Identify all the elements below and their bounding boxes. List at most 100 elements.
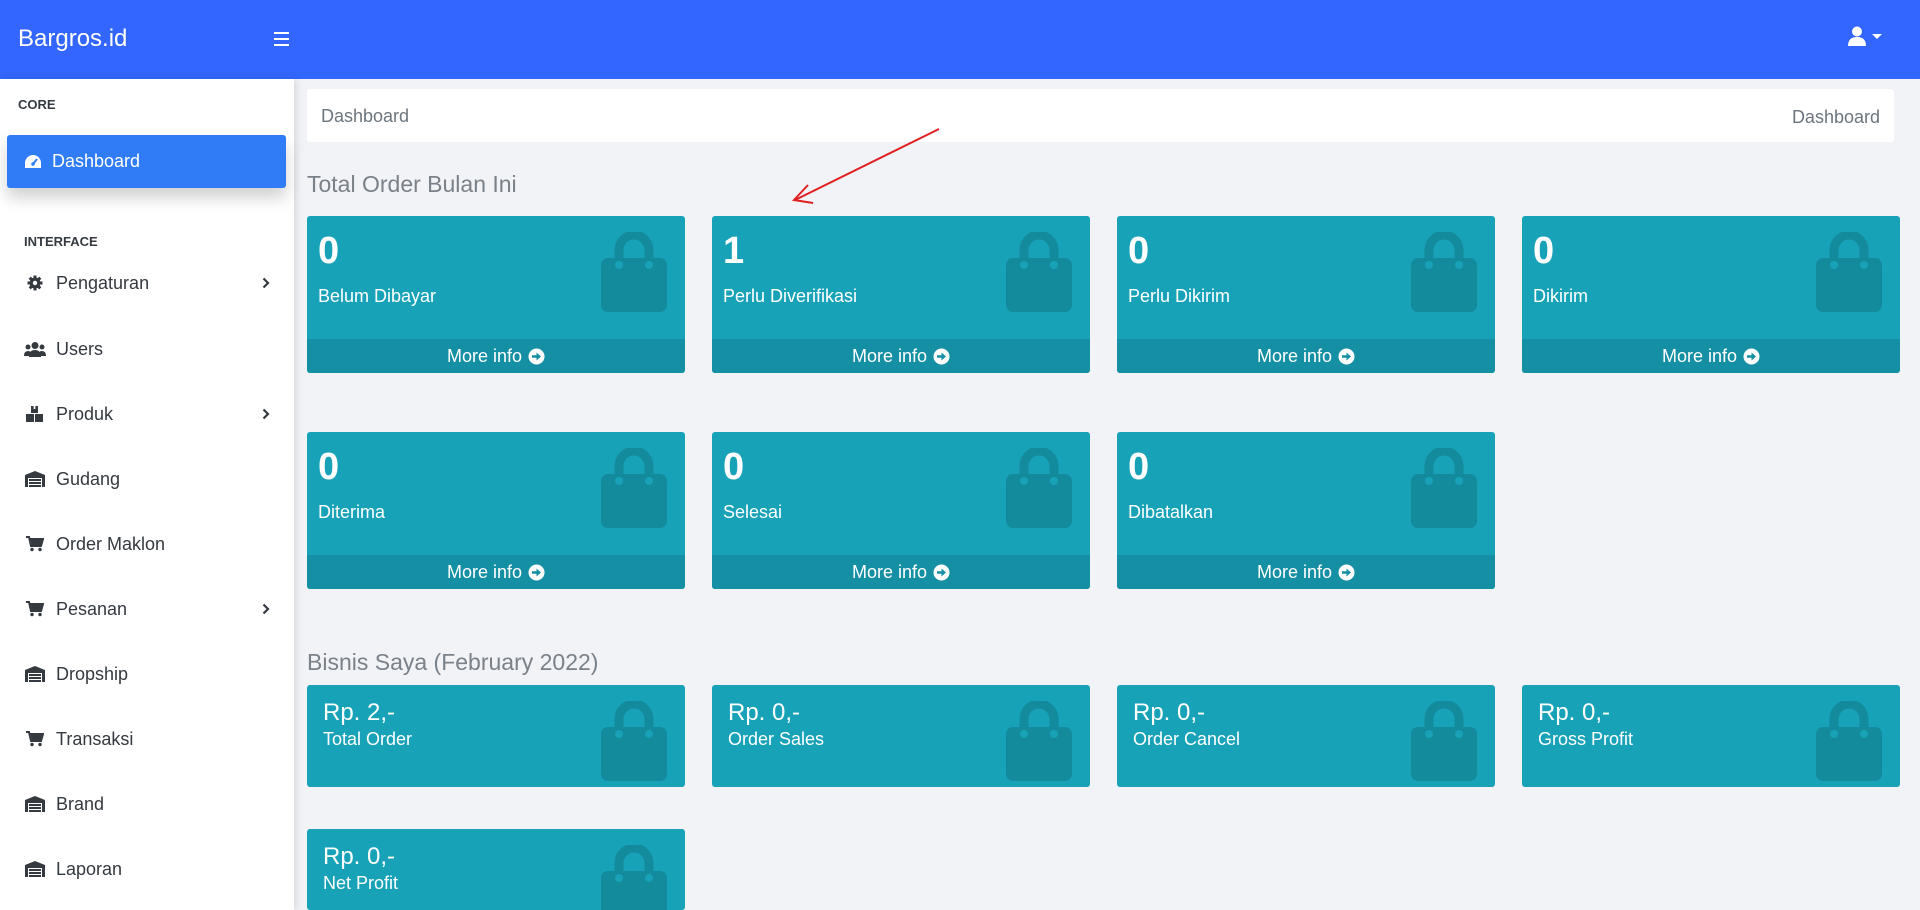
orders-section-title: Total Order Bulan Ini — [307, 171, 517, 197]
users-icon — [24, 341, 46, 357]
card-value: Rp. 0,- — [1538, 699, 1611, 726]
card-value: Rp. 2,- — [323, 699, 396, 726]
warehouse-icon — [24, 666, 46, 682]
card-value: 0 — [318, 230, 340, 272]
sidebar-item-order-maklon[interactable]: Order Maklon — [24, 529, 270, 559]
sidebar-item-brand[interactable]: Brand — [24, 789, 270, 819]
shopping-bag-icon — [1411, 699, 1477, 781]
cart-icon — [24, 536, 46, 552]
sidebar-item-label: Dropship — [56, 663, 129, 684]
arrow-circle-right-icon — [933, 564, 950, 580]
breadcrumb-left[interactable]: Dashboard — [321, 106, 409, 127]
card-label: Dikirim — [1533, 286, 1588, 306]
sidebar-item-label: Gudang — [56, 468, 121, 489]
business-summary-card: Rp. 0,- Gross Profit — [1522, 685, 1900, 787]
more-info-link[interactable]: More info — [1522, 339, 1900, 373]
shopping-bag-icon — [1816, 699, 1882, 781]
warehouse-icon — [24, 796, 46, 812]
chevron-right-icon — [262, 599, 270, 620]
arrow-circle-right-icon — [1338, 564, 1355, 580]
more-info-link[interactable]: More info — [1117, 555, 1495, 589]
more-info-label: More info — [1256, 561, 1333, 582]
shopping-bag-icon — [601, 446, 667, 528]
sidebar: CORE Dashboard INTERFACE Pengaturan Users… — [0, 79, 294, 910]
card-value: Rp. 0,- — [323, 843, 396, 870]
shopping-bag-icon — [1816, 230, 1882, 312]
tachometer-icon — [25, 154, 41, 168]
sidebar-item-pesanan[interactable]: Pesanan — [24, 594, 270, 624]
top-navbar: Bargros.id — [0, 0, 1920, 79]
sidebar-item-dashboard[interactable]: Dashboard — [7, 135, 286, 188]
sidebar-item-users[interactable]: Users — [24, 334, 270, 364]
card-label: Order Cancel — [1133, 729, 1241, 749]
sidebar-heading-interface: INTERFACE — [24, 234, 98, 249]
sidebar-item-transaksi[interactable]: Transaksi — [24, 724, 270, 754]
user-menu-button[interactable] — [1848, 26, 1882, 46]
sidebar-toggle-button[interactable] — [274, 28, 292, 48]
shopping-bag-icon — [1411, 446, 1477, 528]
card-value: Rp. 0,- — [1133, 699, 1206, 726]
sidebar-item-label: Users — [56, 338, 104, 359]
card-value: 0 — [1128, 446, 1150, 488]
more-info-link[interactable]: More info — [712, 339, 1090, 373]
sidebar-item-label: Pesanan — [56, 598, 128, 619]
shopping-bag-icon — [601, 230, 667, 312]
warehouse-icon — [24, 861, 46, 877]
card-label: Dibatalkan — [1128, 502, 1214, 522]
card-value: 0 — [1533, 230, 1555, 272]
warehouse-icon — [24, 471, 46, 487]
more-info-label: More info — [1661, 345, 1738, 366]
order-status-card: 0 Diterima More info — [307, 432, 685, 589]
more-info-label: More info — [851, 345, 928, 366]
order-status-card: 0 Selesai More info — [712, 432, 1090, 589]
business-summary-card: Rp. 2,- Total Order — [307, 685, 685, 787]
sidebar-item-produk[interactable]: Produk — [24, 399, 270, 429]
chevron-right-icon — [262, 404, 270, 425]
shopping-bag-icon — [1006, 230, 1072, 312]
brand-logo[interactable]: Bargros.id — [18, 25, 127, 53]
sidebar-item-pengaturan[interactable]: Pengaturan — [24, 268, 270, 298]
shopping-bag-icon — [601, 843, 667, 910]
card-value: Rp. 0,- — [728, 699, 801, 726]
arrow-circle-right-icon — [528, 564, 545, 580]
business-summary-card: Rp. 0,- Order Sales — [712, 685, 1090, 787]
chevron-right-icon — [262, 273, 270, 294]
sidebar-item-label: Transaksi — [56, 728, 134, 749]
more-info-label: More info — [446, 345, 523, 366]
card-label: Selesai — [723, 502, 783, 522]
more-info-label: More info — [1256, 345, 1333, 366]
sidebar-item-dropship[interactable]: Dropship — [24, 659, 270, 689]
sidebar-item-label: Dashboard — [52, 151, 141, 171]
card-label: Belum Dibayar — [318, 286, 437, 306]
more-info-label: More info — [446, 561, 523, 582]
sidebar-item-label: Pengaturan — [56, 272, 150, 293]
order-status-card: 0 Belum Dibayar More info — [307, 216, 685, 373]
arrow-circle-right-icon — [1743, 348, 1760, 364]
more-info-link[interactable]: More info — [1117, 339, 1495, 373]
arrow-circle-right-icon — [528, 348, 545, 364]
sidebar-item-laporan[interactable]: Laporan — [24, 854, 270, 884]
card-value: 0 — [723, 446, 745, 488]
shopping-bag-icon — [1006, 699, 1072, 781]
card-label: Net Profit — [323, 873, 399, 893]
card-value: 1 — [723, 230, 745, 272]
card-label: Total Order — [323, 729, 413, 749]
arrow-circle-right-icon — [933, 348, 950, 364]
more-info-label: More info — [851, 561, 928, 582]
card-label: Perlu Dikirim — [1128, 286, 1231, 306]
cart-icon — [24, 601, 46, 617]
user-icon — [1848, 26, 1866, 46]
more-info-link[interactable]: More info — [307, 555, 685, 589]
business-section-title: Bisnis Saya (February 2022) — [307, 649, 599, 675]
sidebar-heading-core: CORE — [18, 97, 56, 112]
more-info-link[interactable]: More info — [307, 339, 685, 373]
order-status-card: 0 Perlu Dikirim More info — [1117, 216, 1495, 373]
card-label: Order Sales — [728, 729, 825, 749]
business-summary-card: Rp. 0,- Order Cancel — [1117, 685, 1495, 787]
card-label: Diterima — [318, 502, 386, 522]
cart-icon — [24, 731, 46, 747]
sidebar-item-label: Order Maklon — [56, 533, 166, 554]
gear-icon — [24, 275, 46, 291]
sidebar-item-gudang[interactable]: Gudang — [24, 464, 270, 494]
more-info-link[interactable]: More info — [712, 555, 1090, 589]
